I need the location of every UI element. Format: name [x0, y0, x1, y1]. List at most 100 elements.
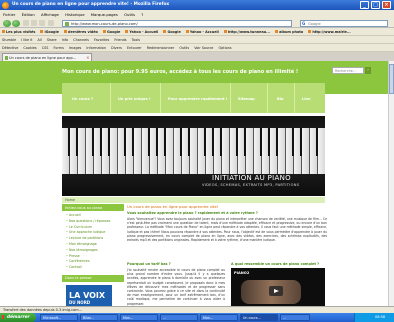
navigation-toolbar: http://www.mon-cours-de-piano.com/ G Goo…	[0, 18, 394, 28]
webdev-tools-button[interactable]: Outils	[179, 46, 189, 50]
price-section: Pourquoi un tarif bas ? J'ai souhaité re…	[127, 262, 225, 306]
press-name: LA VOIX	[69, 290, 106, 300]
menu-outils[interactable]: Outils	[124, 12, 135, 17]
bookmark-item[interactable]: album photo	[275, 30, 303, 34]
la-voix-du-nord-logo[interactable]: LA VOIX DU NORD	[66, 284, 112, 306]
bookmark-item[interactable]: http://www.tunneau...	[223, 30, 270, 34]
stumble-button[interactable]: Stumble	[2, 38, 16, 42]
main-content: Un cours de piano en ligne pour apprendr…	[127, 204, 327, 306]
dropdown-history-button[interactable]	[23, 20, 29, 26]
video-player[interactable]: PIANO2	[231, 268, 325, 306]
stumbleupon-toolbar: Stumble I like it All Share Info Channel…	[0, 36, 394, 44]
taskbar-item[interactable]: ...	[280, 314, 310, 321]
bookmark-item[interactable]: Yahoo - Accueil	[185, 30, 219, 34]
menu-affichage[interactable]: Affichage	[41, 12, 59, 17]
price-title: Pourquoi un tarif bas ?	[127, 262, 171, 266]
nav-lien[interactable]: Lien	[302, 97, 311, 101]
site-search-button[interactable]: ›	[365, 67, 371, 74]
piano-white-key	[110, 128, 118, 174]
press-title: Dans la presse	[62, 274, 124, 282]
tab-close-icon[interactable]: ×	[86, 55, 89, 60]
taskbar-item[interactable]: Bilan...	[80, 314, 118, 321]
nav-apprendre-rapidement[interactable]: Pour apprendre rapidement !	[168, 97, 227, 101]
video-section: A quoi ressemble un cours de piano compl…	[231, 262, 327, 306]
breadcrumb-home[interactable]: Home	[65, 198, 75, 202]
sidebar-menu: Accueil Nos questions / réponses Le Curr…	[62, 211, 124, 271]
nav-bio[interactable]: Bio	[277, 97, 283, 101]
back-button[interactable]	[3, 19, 11, 27]
browser-search-placeholder: Google	[308, 21, 321, 26]
taskbar-item[interactable]: Mon...	[120, 314, 158, 321]
menu-fichier[interactable]: Fichier	[3, 12, 15, 17]
nav-sitemap[interactable]: Sitemap	[238, 97, 255, 101]
channels-button[interactable]: Channels	[73, 38, 89, 42]
tab-active[interactable]: Un cours de piano en ligne pour app... ×	[2, 53, 92, 61]
bookmark-item[interactable]: Yahoo - Accueil	[125, 30, 158, 34]
taskbar-item[interactable]: ...	[160, 314, 198, 321]
taskbar-item-active[interactable]: Un cours...	[240, 314, 278, 321]
menu-historique[interactable]: Historique	[65, 12, 84, 17]
webdev-information-button[interactable]: Information	[86, 46, 106, 50]
taskbar-item[interactable]: Microsoft...	[40, 314, 78, 321]
close-button[interactable]: ×	[382, 1, 391, 9]
bookmark-item[interactable]: iGoogle	[40, 30, 59, 34]
play-icon[interactable]	[269, 286, 283, 296]
vertical-scrollbar[interactable]	[388, 61, 394, 306]
start-label: démarrer	[7, 314, 30, 320]
webdev-disable-button[interactable]: Détective	[2, 46, 18, 50]
status-text: Transfert des données depuis 0-3.imig.co…	[3, 308, 82, 312]
home-icon[interactable]	[48, 20, 54, 26]
piano-white-key	[318, 128, 325, 174]
share-button[interactable]: Share	[47, 38, 57, 42]
bookmark-item[interactable]: Google	[163, 30, 181, 34]
webdev-source-button[interactable]: Voir Source	[194, 46, 213, 50]
scrollbar-thumb[interactable]	[388, 64, 394, 94]
webdev-cookies-button[interactable]: Cookies	[23, 46, 36, 50]
stop-icon[interactable]	[39, 20, 45, 26]
bookmark-item[interactable]: Les plus visités	[2, 30, 35, 34]
address-bar[interactable]: http://www.mon-cours-de-piano.com/	[62, 19, 292, 27]
minimize-button[interactable]: _	[360, 1, 369, 9]
page-viewport: Mon cours de piano: pour 9.95 euros, acc…	[0, 61, 394, 306]
webdev-misc-button[interactable]: Divers	[111, 46, 122, 50]
windows-flag-icon	[2, 315, 6, 319]
menu-edition[interactable]: Édition	[22, 12, 35, 17]
reload-icon[interactable]	[31, 20, 37, 26]
bookmark-item[interactable]: http://www.mairie...	[308, 30, 351, 34]
webdev-forms-button[interactable]: Forms	[54, 46, 64, 50]
nav-un-cours[interactable]: Un cours ?	[72, 97, 93, 101]
browser-search-input[interactable]: G Google	[300, 19, 388, 27]
nav-prix-unique[interactable]: Un prix unique !	[118, 97, 151, 101]
status-bar: Transfert des données depuis 0-3.imig.co…	[0, 306, 394, 313]
press-name-2: DU NORD	[69, 299, 91, 305]
forward-button[interactable]	[12, 19, 20, 27]
tools-button[interactable]: Tools	[132, 38, 140, 42]
info-button[interactable]: Info	[62, 38, 68, 42]
bookmark-item[interactable]: Google	[102, 30, 120, 34]
clock: 08:58	[375, 315, 386, 319]
webdev-css-button[interactable]: CSS	[42, 46, 49, 50]
maximize-button[interactable]: □	[371, 1, 380, 9]
sidebar-item-contact[interactable]: Contact	[66, 265, 124, 271]
menu-aide[interactable]: ?	[141, 12, 143, 17]
page-subtitle: Vous souhaitez apprendre le piano ? rapi…	[127, 211, 258, 215]
friends-button[interactable]: Friends	[114, 38, 126, 42]
site-search-input[interactable]: Recherche...	[332, 67, 364, 74]
system-tray: 08:58	[354, 313, 394, 322]
intro-paragraph: Alors "bienvenue"! Vous avez toujours so…	[127, 217, 327, 243]
all-button[interactable]: All	[38, 38, 42, 42]
start-button[interactable]: démarrer	[0, 313, 36, 322]
like-button[interactable]: I like it	[21, 38, 32, 42]
piano-white-key	[134, 128, 142, 174]
webdev-resize-button[interactable]: Redimensionner	[147, 46, 174, 50]
taskbar-item[interactable]: Mon...	[200, 314, 238, 321]
site-nav: Un cours ? Un prix unique ! Pour apprend…	[62, 83, 325, 113]
favorites-button[interactable]: Favorites	[94, 38, 109, 42]
webdev-options-button[interactable]: Options	[218, 46, 231, 50]
sidebar-title: Initiez-vous au piano	[62, 204, 124, 211]
webdev-outline-button[interactable]: Entourer	[127, 46, 142, 50]
site-tagline: Mon cours de piano: pour 9.95 euros, acc…	[62, 69, 299, 75]
webdev-images-button[interactable]: Images	[69, 46, 81, 50]
bookmark-item[interactable]: dernières vidéo	[64, 30, 98, 34]
menu-marque-pages[interactable]: Marque-pages	[91, 12, 118, 17]
